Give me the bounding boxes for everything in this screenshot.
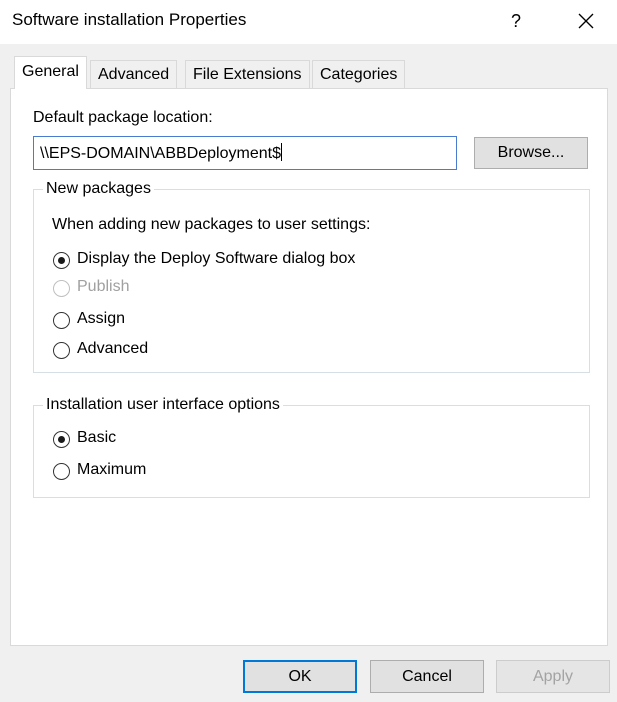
apply-button: Apply	[496, 660, 610, 693]
window-title: Software installation Properties	[12, 10, 247, 29]
radio-label: Assign	[77, 310, 126, 327]
radio-circle	[53, 431, 70, 448]
tab-general[interactable]: General	[14, 56, 87, 89]
tab-categories[interactable]: Categories	[312, 60, 406, 88]
new-packages-title: New packages	[43, 180, 154, 198]
radio-circle	[53, 463, 70, 480]
ok-button[interactable]: OK	[243, 660, 357, 693]
default-location-input[interactable]: \\EPS-DOMAIN\ABBDeployment$	[33, 136, 457, 170]
installation-ui-title: Installation user interface options	[43, 396, 283, 414]
tab-advanced[interactable]: Advanced	[90, 60, 178, 88]
title-bar: Software installation Properties ?	[0, 0, 617, 44]
tab-file-extensions[interactable]: File Extensions	[185, 60, 310, 88]
radio-dot	[58, 257, 65, 264]
radio-circle	[53, 312, 70, 329]
radio-label: Advanced	[77, 340, 149, 357]
radio-label: Maximum	[77, 461, 147, 478]
text-caret	[280, 143, 282, 161]
radio-label: Display the Deploy Software dialog box	[77, 250, 356, 267]
default-location-value: \\EPS-DOMAIN\ABBDeployment$	[40, 145, 281, 162]
cancel-button[interactable]: Cancel	[370, 660, 484, 693]
close-icon	[578, 13, 594, 29]
radio-label: Publish	[77, 278, 130, 295]
radio-circle	[53, 342, 70, 359]
new-packages-prompt: When adding new packages to user setting…	[52, 216, 371, 233]
radio-circle	[53, 280, 70, 297]
default-location-label: Default package location:	[33, 109, 213, 126]
close-button[interactable]	[571, 4, 601, 36]
installation-ui-group	[33, 405, 590, 498]
radio-circle	[53, 252, 70, 269]
help-button[interactable]: ?	[504, 6, 528, 36]
radio-dot	[58, 436, 65, 443]
browse-button[interactable]: Browse...	[474, 137, 588, 169]
radio-label: Basic	[77, 429, 117, 446]
